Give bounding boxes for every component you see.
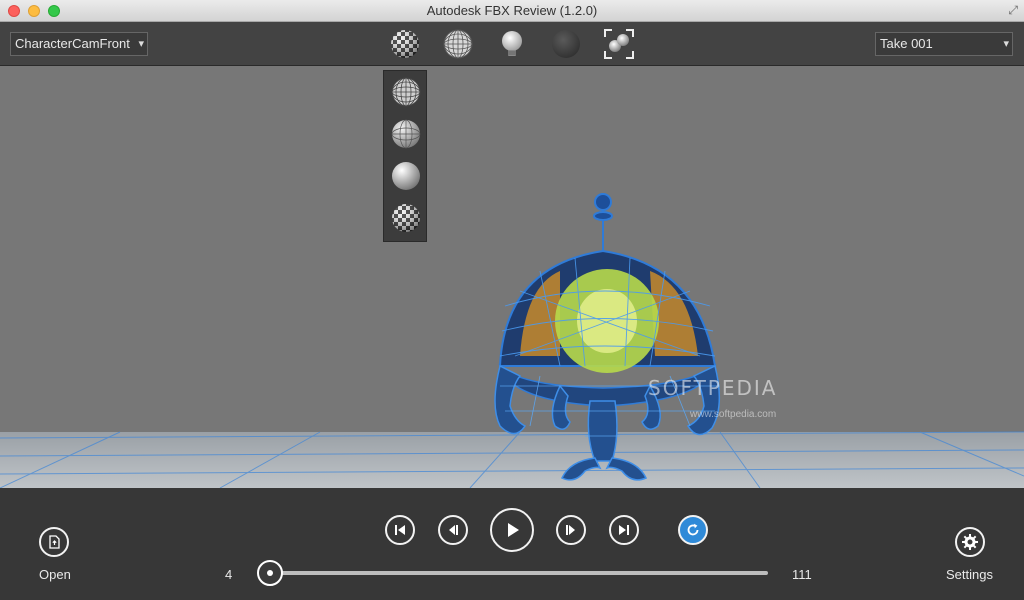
timeline-knob[interactable]: [257, 560, 283, 586]
textured-shading-icon: [391, 30, 419, 58]
shading-wire-on-shaded-item[interactable]: [389, 117, 423, 151]
play-icon: [508, 523, 519, 537]
timeline-slider[interactable]: [257, 560, 768, 586]
frame-all-button[interactable]: [602, 27, 636, 61]
lighting-icon: [502, 31, 522, 56]
settings-button[interactable]: [955, 527, 985, 557]
settings-label: Settings: [946, 567, 993, 582]
flat-shaded-wire-icon: [391, 119, 421, 149]
wireframe-shading-icon: [443, 29, 473, 59]
open-button[interactable]: [39, 527, 69, 557]
loop-toggle-button[interactable]: [678, 515, 708, 545]
chevron-down-icon: ▾: [1003, 38, 1009, 50]
frame-all-icon: [604, 29, 634, 59]
lighting-button[interactable]: [495, 27, 529, 61]
take-select-value: Take 001: [880, 36, 933, 51]
watermark-brand: SOFTPEDIA: [648, 376, 778, 400]
textured-checker-icon: [392, 204, 420, 232]
skip-to-start-icon: [395, 525, 405, 535]
open-label: Open: [39, 567, 71, 582]
dark-sphere-icon: [552, 30, 580, 58]
title-bar: Autodesk FBX Review (1.2.0) ⤢: [0, 0, 1024, 22]
go-to-start-button[interactable]: [385, 515, 415, 545]
play-button[interactable]: [490, 508, 534, 552]
step-forward-icon: [566, 525, 575, 535]
shading-smooth-item[interactable]: [389, 159, 423, 193]
window-title: Autodesk FBX Review (1.2.0): [426, 3, 598, 18]
camera-select-value: CharacterCamFront: [15, 36, 130, 51]
watermark-url: www.softpedia.com: [690, 409, 777, 420]
take-select[interactable]: Take 001 ▾: [875, 32, 1013, 56]
fullscreen-icon[interactable]: ⤢: [1008, 3, 1018, 18]
step-forward-button[interactable]: [556, 515, 586, 545]
open-file-icon: [49, 535, 60, 549]
chevron-down-icon: ▾: [138, 38, 144, 50]
gear-icon: [962, 534, 978, 550]
camera-select[interactable]: CharacterCamFront ▾: [10, 32, 148, 56]
textured-shading-button[interactable]: [388, 27, 422, 61]
start-frame-label: 4: [225, 567, 233, 582]
skip-to-end-icon: [619, 525, 629, 535]
wireframe-sphere-icon: [391, 77, 421, 107]
wireframe-shading-button[interactable]: [441, 27, 475, 61]
scene-render: [0, 193, 1024, 488]
loop-icon: [687, 523, 699, 536]
shading-textured-item[interactable]: [389, 201, 423, 235]
end-frame-label: 111: [792, 567, 812, 582]
step-back-icon: [449, 525, 458, 535]
smooth-shaded-sphere-icon: [392, 162, 420, 190]
dark-sphere-button[interactable]: [549, 27, 583, 61]
3d-viewport[interactable]: SOFTPEDIA www.softpedia.com: [0, 66, 1024, 488]
step-back-button[interactable]: [438, 515, 468, 545]
shading-mode-menu: [383, 70, 427, 242]
top-toolbar: CharacterCamFront ▾ Take 001 ▾: [0, 22, 1024, 66]
shading-wireframe-item[interactable]: [389, 75, 423, 109]
go-to-end-button[interactable]: [609, 515, 639, 545]
